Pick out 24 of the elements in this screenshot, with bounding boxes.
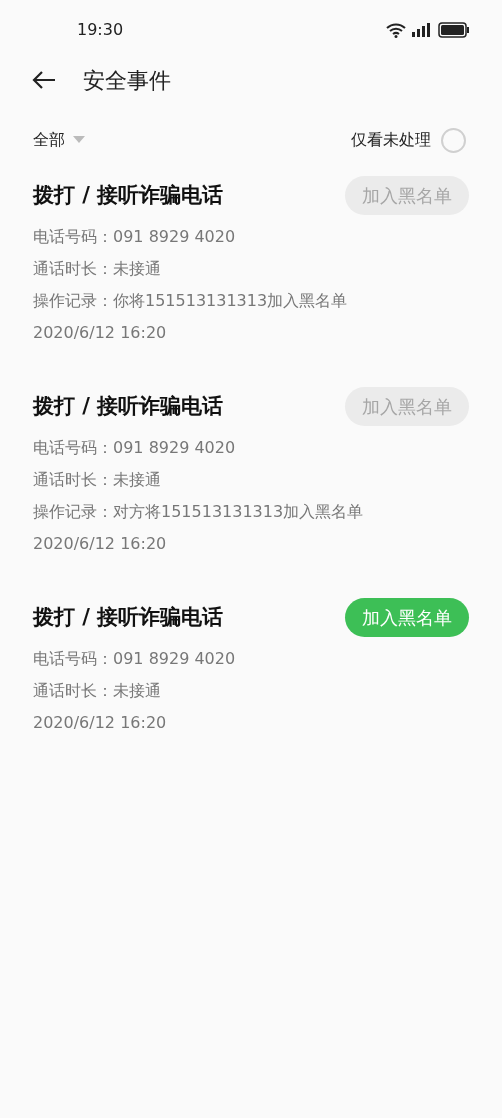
event-detail: 通话时长：未接通: [33, 258, 162, 280]
event-detail: 电话号码：091 8929 4020: [33, 437, 237, 459]
page-title: 安全事件: [83, 66, 171, 95]
event-detail: 2020/6/12 16:20: [33, 322, 168, 344]
caret-icon: [73, 136, 85, 144]
event-title: 拨打 / 接听诈骗电话: [33, 181, 224, 209]
event-detail: 电话号码：091 8929 4020: [33, 226, 237, 248]
status-time: 19:30: [77, 19, 124, 41]
event-detail: 操作记录：对方将151513131313加入黑名单: [33, 501, 365, 523]
wifi-icon: [386, 22, 406, 38]
event-detail: 操作记录：你将151513131313加入黑名单: [33, 290, 349, 312]
event-detail: 通话时长：未接通: [33, 469, 162, 491]
battery-icon: [438, 22, 470, 38]
event-title: 拨打 / 接听诈骗电话: [33, 392, 224, 420]
blacklist-button[interactable]: 加入黑名单: [345, 598, 469, 637]
event-detail: 2020/6/12 16:20: [33, 712, 168, 734]
filter-dropdown[interactable]: 全部: [33, 128, 85, 152]
event-title: 拨打 / 接听诈骗电话: [33, 603, 224, 631]
toggle-label: 仅看未处理: [351, 129, 431, 151]
event-detail: 2020/6/12 16:20: [33, 533, 168, 555]
event-detail: 电话号码：091 8929 4020: [33, 648, 237, 670]
signal-icon: [412, 23, 432, 37]
event-detail: 通话时长：未接通: [33, 680, 162, 702]
unhandled-radio[interactable]: [441, 127, 466, 153]
